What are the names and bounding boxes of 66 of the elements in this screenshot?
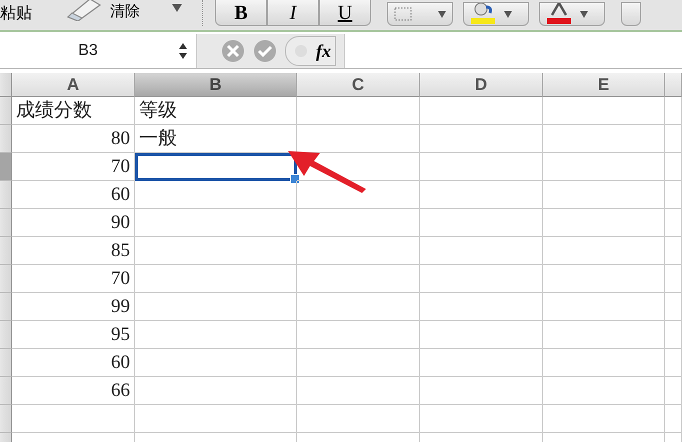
table-cell	[665, 97, 682, 125]
fill-handle[interactable]	[290, 174, 300, 184]
table-cell: 70	[12, 153, 135, 181]
table-cell: 95	[12, 321, 135, 349]
row-header[interactable]	[0, 97, 12, 125]
name-box[interactable]: B3	[0, 42, 176, 60]
column-header[interactable]	[665, 73, 682, 97]
caret-icon	[580, 10, 588, 18]
table-cell: 60	[12, 181, 135, 209]
font-color-icon	[544, 3, 574, 25]
stepper-icon[interactable]	[178, 42, 188, 60]
table-cell	[665, 237, 682, 265]
table-cell	[665, 321, 682, 349]
row-header[interactable]	[0, 349, 12, 377]
format-button[interactable]: B	[215, 0, 267, 26]
cancel-icon[interactable]	[221, 39, 245, 63]
row-header[interactable]	[0, 377, 12, 405]
column-header[interactable]: C	[297, 73, 420, 97]
row-header[interactable]	[0, 321, 12, 349]
table-cell: 99	[12, 293, 135, 321]
table-cell: 66	[12, 377, 135, 405]
table-cell	[665, 153, 682, 181]
caret-icon	[438, 10, 446, 18]
toolbar-button[interactable]	[621, 2, 641, 26]
eraser-icon	[64, 0, 102, 21]
table-cell: 70	[12, 265, 135, 293]
row-header[interactable]	[0, 153, 12, 181]
paste-label[interactable]: 粘贴	[0, 3, 64, 24]
row-header[interactable]	[0, 293, 12, 321]
column-header[interactable]: B	[135, 73, 297, 97]
table-cell: 成绩分数	[12, 97, 135, 125]
row-header[interactable]	[0, 209, 12, 237]
column-header[interactable]: A	[12, 73, 135, 97]
table-cell	[665, 377, 682, 405]
insert-function-button[interactable]: fx	[285, 36, 336, 66]
row-header[interactable]	[0, 237, 12, 265]
font-color-button[interactable]	[539, 2, 605, 26]
fill-color-button[interactable]	[463, 2, 529, 26]
confirm-icon[interactable]	[253, 39, 277, 63]
table-cell	[665, 265, 682, 293]
column-header[interactable]: E	[543, 73, 665, 97]
format-button[interactable]: I	[267, 0, 319, 26]
row-header[interactable]	[0, 265, 12, 293]
column-header[interactable]: D	[420, 73, 543, 97]
table-cell	[665, 209, 682, 237]
table-cell: 85	[12, 237, 135, 265]
borders-button[interactable]	[387, 2, 453, 26]
table-cell: 等级	[135, 97, 297, 125]
format-button[interactable]: U	[319, 0, 371, 26]
table-cell: 60	[12, 349, 135, 377]
row-header[interactable]	[0, 405, 12, 433]
caret-icon	[504, 10, 512, 18]
caret-icon	[172, 4, 182, 12]
table-cell	[665, 349, 682, 377]
table-cell	[665, 125, 682, 153]
clear-button[interactable]: 清除	[64, 0, 182, 26]
table-cell	[665, 181, 682, 209]
table-cell	[665, 405, 682, 433]
table-cell: 90	[12, 209, 135, 237]
paint-bucket-icon	[468, 3, 498, 25]
borders-icon	[394, 7, 412, 21]
table-cell: 80	[12, 125, 135, 153]
row-header[interactable]	[0, 125, 12, 153]
table-cell	[665, 293, 682, 321]
select-all-button[interactable]	[0, 73, 12, 97]
row-header[interactable]	[0, 181, 12, 209]
